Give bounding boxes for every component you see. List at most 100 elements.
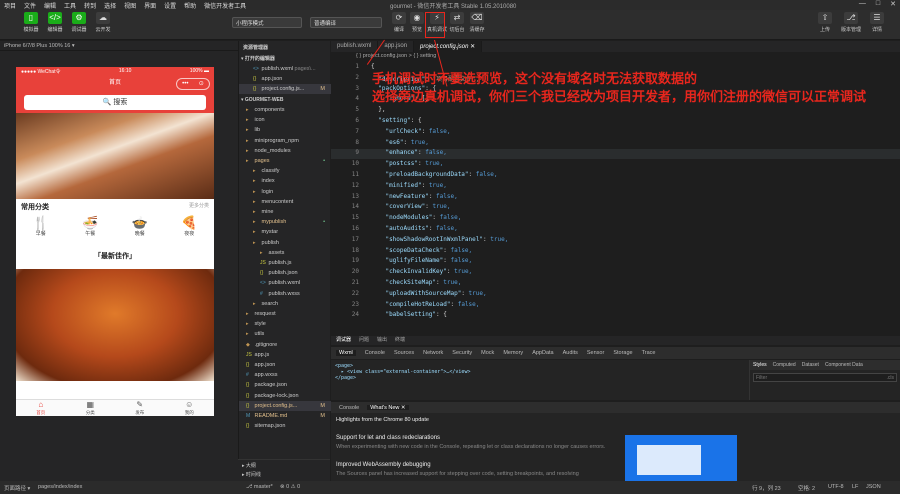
devtools-panel-tab[interactable]: Mock [481, 350, 494, 356]
code-line[interactable]: "setting": { [371, 117, 421, 124]
banner-image[interactable] [16, 113, 214, 199]
folder-item[interactable]: ▸ mystar [239, 227, 331, 237]
detail-button[interactable]: ☰ 详情 [866, 12, 888, 33]
code-line[interactable]: "uploadWithSourceMap": true, [371, 290, 486, 297]
file-item[interactable]: JS publish.js [239, 258, 331, 268]
devtools-top-tab[interactable]: 终端 [395, 336, 405, 345]
maximize-icon[interactable]: □ [876, 0, 880, 8]
folder-item[interactable]: ▸ lib [239, 125, 331, 135]
food-image[interactable] [16, 269, 214, 381]
outline-header[interactable]: ▸ 大纲 [238, 460, 330, 471]
devtools-panel-tab[interactable]: Sensor [587, 350, 604, 356]
styles-tab[interactable]: Dataset [802, 362, 819, 368]
folder-item[interactable]: ▸ index [239, 176, 331, 186]
devtools-panel-tab[interactable]: Audits [563, 350, 578, 356]
code-line[interactable]: "minified": true, [371, 182, 446, 189]
category-item[interactable]: 🍕 夜夜 [174, 215, 204, 245]
menu-item[interactable]: 编辑 [44, 1, 56, 10]
devtools-panel-tab[interactable]: Network [423, 350, 443, 356]
item1-title[interactable]: Support for let and class redeclarations [336, 435, 440, 441]
more-icon[interactable]: ••• [182, 79, 188, 89]
devtools-panel-tab[interactable]: AppData [532, 350, 553, 356]
devtools-panel-tab[interactable]: Wxml [336, 350, 356, 356]
devtools-panel-tab[interactable]: Memory [503, 350, 523, 356]
editor-tab[interactable]: publish.wxml [331, 41, 379, 52]
capsule-button[interactable]: ••• ⊙ [176, 78, 210, 90]
upload-button[interactable]: ⇧ 上传 [814, 12, 836, 33]
folder-item[interactable]: ▸ pages • [239, 156, 331, 166]
cls-toggle[interactable]: .cls [887, 375, 895, 381]
menu-item[interactable]: 帮助 [184, 1, 196, 10]
styles-tab[interactable]: Computed [773, 362, 796, 368]
folder-item[interactable]: ▸ miniprogram_npm [239, 136, 331, 146]
project-header[interactable]: ▾ GOURMET-WEB [241, 95, 284, 105]
simulator-device-bar[interactable]: iPhone 6/7/8 Plus 100% 16 ▾ [0, 41, 238, 51]
devtools-panel-tab[interactable]: Sources [394, 350, 414, 356]
open-file-item[interactable]: {} project.config.js... M [239, 84, 331, 94]
file-item[interactable]: {} package.json [239, 380, 331, 390]
phone-button[interactable]: ▯ 模拟器 [20, 12, 42, 33]
menu-item[interactable]: 项目 [4, 1, 16, 10]
folder-item[interactable]: ▸ icon [239, 115, 331, 125]
file-item[interactable]: ◆ .gitignore [239, 340, 331, 350]
menu-item[interactable]: 视图 [124, 1, 136, 10]
switch-button[interactable]: ⇄ 切后台 [446, 12, 468, 33]
devtools-panel-tab[interactable]: Security [452, 350, 472, 356]
code-line[interactable]: "uglifyFileName": false, [371, 257, 472, 264]
code-line[interactable]: "checkSiteMap": true, [371, 279, 461, 286]
file-item[interactable]: # app.wxss [239, 370, 331, 380]
code-button[interactable]: </> 编辑器 [44, 12, 66, 33]
editor-tab[interactable]: project.config.json ✕ [414, 41, 483, 52]
language-mode[interactable]: JSON [866, 484, 881, 490]
folder-item[interactable]: ▸ utils [239, 329, 331, 339]
wxml-dom-pane[interactable]: <page> ▸ <view class="external-container… [331, 360, 749, 400]
tab-classify[interactable]: ▦ 分类 [75, 400, 105, 416]
page-path-toggle[interactable]: 页面路径 ▾ [4, 484, 30, 492]
drawer-tab[interactable]: Console [339, 405, 359, 411]
category-item[interactable]: 🍴 早餐 [26, 215, 56, 245]
open-file-item[interactable]: {} app.json [239, 74, 331, 84]
folder-item[interactable]: ▸ login [239, 187, 331, 197]
dom-node[interactable]: </page> [335, 375, 745, 381]
minimize-icon[interactable]: — [859, 0, 866, 8]
code-line[interactable]: "showShadowRootInWxmlPanel": true, [371, 236, 508, 243]
file-item[interactable]: {} publish.json [239, 268, 331, 278]
styles-tab[interactable]: Component Data [825, 362, 863, 368]
category-item[interactable]: 🍜 午餐 [75, 215, 105, 245]
open-editors-header[interactable]: ▾ 打开的编辑器 [241, 54, 275, 64]
timeline-header[interactable]: ▸ 时间线 [238, 471, 330, 478]
code-line[interactable]: "coverView": true, [371, 203, 450, 210]
mode-select[interactable]: 小程序模式 [232, 17, 302, 28]
file-item[interactable]: M README.md M [239, 411, 331, 421]
close-app-icon[interactable]: ⊙ [199, 79, 204, 89]
devtools-top-tab[interactable]: 调试器 [336, 336, 351, 345]
debug-button[interactable]: ⚙ 调试器 [68, 12, 90, 33]
clear-button[interactable]: ⌫ 清缓存 [466, 12, 488, 33]
menu-item[interactable]: 微信开发者工具 [204, 1, 246, 10]
menu-item[interactable]: 工具 [64, 1, 76, 10]
menu-item[interactable]: 转到 [84, 1, 96, 10]
file-item[interactable]: {} package-lock.json [239, 391, 331, 401]
folder-item[interactable]: ▸ menucontent [239, 197, 331, 207]
version-button[interactable]: ⎇ 版本管理 [840, 12, 862, 33]
code-line[interactable]: "babelSetting": { [371, 311, 446, 318]
code-line[interactable]: }, [371, 106, 385, 113]
close-icon[interactable]: ✕ [890, 0, 896, 8]
devtools-top-tab[interactable]: 问题 [359, 336, 369, 345]
breadcrumb[interactable]: { } project.config.json > { } setting [331, 52, 900, 61]
folder-item[interactable]: ▸ classify [239, 166, 331, 176]
file-item[interactable]: JS app.js [239, 350, 331, 360]
folder-item[interactable]: ▸ search [239, 299, 331, 309]
menu-item[interactable]: 文件 [24, 1, 36, 10]
open-file-item[interactable]: <> publish.wxml pages\... [239, 64, 331, 74]
search-box[interactable]: 🔍 搜索 [24, 95, 206, 110]
git-branch[interactable]: ⎇ master* [246, 484, 273, 490]
styles-tab[interactable]: Styles [753, 362, 767, 368]
compile-select[interactable]: 普通编译 [310, 17, 382, 28]
folder-item[interactable]: ▸ style [239, 319, 331, 329]
folder-item[interactable]: ▸ assets [239, 248, 331, 258]
menu-item[interactable]: 设置 [164, 1, 176, 10]
folder-item[interactable]: ▸ resquest [239, 309, 331, 319]
code-line[interactable]: "es6": true, [371, 139, 428, 146]
tab-mine[interactable]: ☺ 我的 [174, 400, 204, 416]
